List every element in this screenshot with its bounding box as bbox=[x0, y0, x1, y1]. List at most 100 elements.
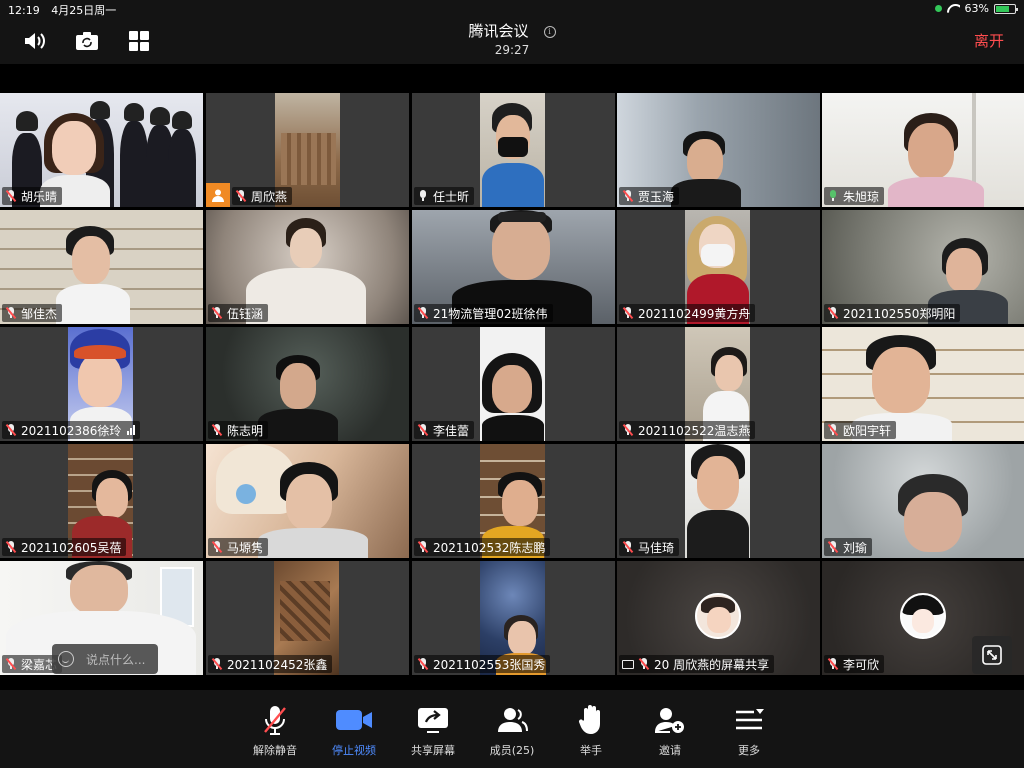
participant-tile[interactable]: 20 周欣燕的屏幕共享 bbox=[617, 561, 820, 675]
participant-name-tag: 任士昕 bbox=[414, 187, 475, 205]
participant-name-tag: 伍钰涵 bbox=[208, 304, 269, 322]
participant-name: 胡乐晴 bbox=[21, 189, 58, 204]
chat-placeholder: 说点什么... bbox=[86, 652, 146, 667]
stop-video-button[interactable]: 停止视频 bbox=[314, 704, 394, 758]
mic-muted-icon bbox=[827, 658, 839, 670]
unmute-button[interactable]: 解除静音 bbox=[235, 704, 315, 758]
members-button[interactable]: 成员(25) bbox=[472, 704, 552, 758]
participant-name-tag: 2021102452张鑫 bbox=[208, 655, 333, 673]
participant-name: 伍钰涵 bbox=[227, 306, 264, 321]
avatar bbox=[695, 593, 741, 639]
participant-name-tag: 胡乐晴 bbox=[2, 187, 63, 205]
meeting-title: 腾讯会议 bbox=[468, 22, 529, 40]
participant-tile[interactable]: 陈志明 bbox=[206, 327, 409, 441]
mic-muted-icon bbox=[417, 658, 429, 670]
share-screen-button[interactable]: 共享屏幕 bbox=[393, 704, 473, 758]
participant-tile[interactable]: 李佳蕾 bbox=[412, 327, 615, 441]
participant-tile[interactable]: 周欣燕 bbox=[206, 93, 409, 207]
mic-muted-icon bbox=[417, 307, 429, 319]
participant-tile[interactable]: 欧阳宇轩 bbox=[822, 327, 1024, 441]
participant-name-tag: 21物流管理02班徐伟 bbox=[414, 304, 553, 322]
mic-muted-icon bbox=[5, 541, 17, 553]
mic-muted-icon bbox=[211, 541, 223, 553]
participant-tile[interactable]: 邹佳杰 bbox=[0, 210, 203, 324]
participant-name-tag: 2021102605吴蓓 bbox=[2, 538, 127, 556]
participant-name: 邹佳杰 bbox=[21, 306, 58, 321]
participant-name-tag: 李佳蕾 bbox=[414, 421, 475, 439]
mic-muted-icon bbox=[638, 658, 650, 670]
chat-input[interactable]: 说点什么... bbox=[52, 644, 158, 674]
participant-name: 刘瑜 bbox=[843, 540, 868, 555]
info-icon[interactable]: i bbox=[543, 26, 556, 38]
participant-tile[interactable]: 2021102452张鑫 bbox=[206, 561, 409, 675]
participant-name-tag: 刘瑜 bbox=[824, 538, 873, 556]
participant-tile[interactable]: 刘瑜 bbox=[822, 444, 1024, 558]
participant-name: 李可欣 bbox=[843, 657, 880, 672]
leave-button[interactable]: 离开 bbox=[974, 30, 1004, 51]
participant-name: 2021102522温志燕 bbox=[638, 423, 751, 438]
mic-muted-icon bbox=[5, 658, 17, 670]
participant-name: 朱旭琼 bbox=[843, 189, 880, 204]
participant-name: 21物流管理02班徐伟 bbox=[433, 306, 548, 321]
mic-speaking-icon bbox=[827, 190, 839, 202]
wifi-icon bbox=[947, 4, 960, 14]
person-avatar-icon bbox=[206, 183, 230, 207]
mic-muted-icon bbox=[235, 190, 247, 202]
participant-name: 20 周欣燕的屏幕共享 bbox=[654, 657, 770, 672]
participant-name-tag: 周欣燕 bbox=[232, 187, 293, 205]
stop-video-label: 停止视频 bbox=[332, 744, 376, 757]
mic-muted-icon bbox=[622, 424, 634, 436]
more-button[interactable]: 更多 bbox=[709, 704, 789, 758]
raise-hand-label: 举手 bbox=[580, 744, 602, 757]
mic-muted-icon bbox=[827, 541, 839, 553]
video-camera-icon bbox=[336, 710, 372, 730]
share-screen-icon bbox=[418, 708, 448, 733]
emoji-icon[interactable] bbox=[58, 651, 74, 667]
mic-muted-icon bbox=[417, 541, 429, 553]
participant-tile[interactable]: 2021102550郑明阳 bbox=[822, 210, 1024, 324]
participant-tile[interactable]: 伍钰涵 bbox=[206, 210, 409, 324]
invite-button[interactable]: 邀请 bbox=[630, 704, 710, 758]
participant-tile[interactable]: 2021102532陈志鹏 bbox=[412, 444, 615, 558]
mic-on-icon bbox=[417, 190, 429, 202]
participant-tile-active-speaker[interactable]: 朱旭琼 bbox=[822, 93, 1024, 207]
participant-name: 周欣燕 bbox=[251, 189, 288, 204]
mic-muted-icon bbox=[417, 424, 429, 436]
mic-muted-icon bbox=[827, 424, 839, 436]
mic-muted-icon bbox=[622, 541, 634, 553]
participant-name-tag: 朱旭琼 bbox=[824, 187, 885, 205]
participant-name-tag: 李可欣 bbox=[824, 655, 885, 673]
participant-name: 贾玉海 bbox=[638, 189, 675, 204]
expand-icon bbox=[982, 645, 1002, 665]
participant-name: 马塬隽 bbox=[227, 540, 264, 555]
participant-name: 2021102605吴蓓 bbox=[21, 540, 122, 555]
participant-tile[interactable]: 任士昕 bbox=[412, 93, 615, 207]
raise-hand-button[interactable]: 举手 bbox=[551, 704, 631, 758]
participant-tile[interactable]: 2021102553张国秀 bbox=[412, 561, 615, 675]
participant-tile[interactable]: 2021102522温志燕 bbox=[617, 327, 820, 441]
participant-tile[interactable]: 2021102499黄方舟 bbox=[617, 210, 820, 324]
participant-name: 2021102452张鑫 bbox=[227, 657, 328, 672]
participant-tile[interactable]: 2021102386徐玲 bbox=[0, 327, 203, 441]
participant-name-tag: 2021102522温志燕 bbox=[619, 421, 756, 439]
participant-name: 马佳琦 bbox=[638, 540, 675, 555]
participant-tile[interactable]: 胡乐晴 bbox=[0, 93, 203, 207]
participant-name: 2021102550郑明阳 bbox=[843, 306, 956, 321]
members-label: 成员(25) bbox=[489, 744, 535, 757]
invite-label: 邀请 bbox=[659, 744, 681, 757]
mic-muted-icon bbox=[211, 424, 223, 436]
participant-name-tag: 2021102532陈志鹏 bbox=[414, 538, 551, 556]
participant-tile[interactable]: 马塬隽 bbox=[206, 444, 409, 558]
participant-tile[interactable]: 马佳琦 bbox=[617, 444, 820, 558]
mic-muted-icon bbox=[5, 307, 17, 319]
meeting-header: 腾讯会议 i 29:27 离开 bbox=[0, 18, 1024, 64]
mic-muted-icon bbox=[264, 706, 286, 735]
raise-hand-icon bbox=[578, 705, 600, 734]
participant-name-tag: 贾玉海 bbox=[619, 187, 680, 205]
participant-name-tag: 2021102550郑明阳 bbox=[824, 304, 961, 322]
participant-tile[interactable]: 贾玉海 bbox=[617, 93, 820, 207]
participant-tile[interactable]: 21物流管理02班徐伟 bbox=[412, 210, 615, 324]
participant-tile[interactable]: 2021102605吴蓓 bbox=[0, 444, 203, 558]
expand-view-button[interactable] bbox=[972, 636, 1012, 674]
participant-name: 任士昕 bbox=[433, 189, 470, 204]
